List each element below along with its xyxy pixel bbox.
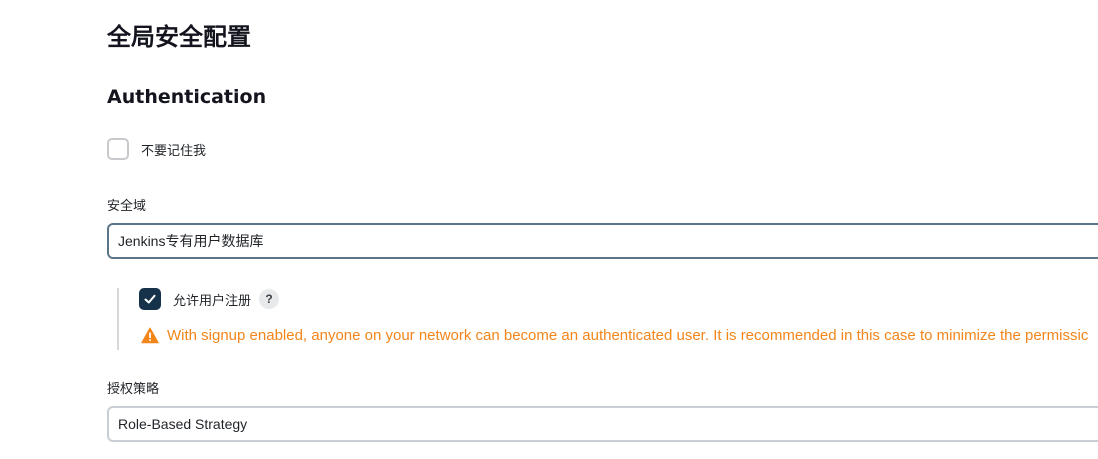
allow-signup-row[interactable]: 允许用户注册 ? bbox=[139, 288, 280, 310]
allow-signup-checkbox[interactable] bbox=[139, 288, 161, 310]
checkmark-icon bbox=[144, 294, 156, 304]
nested-options-divider bbox=[117, 288, 119, 350]
signup-warning: With signup enabled, anyone on your netw… bbox=[141, 327, 1088, 344]
help-icon[interactable]: ? bbox=[259, 289, 280, 309]
disable-remember-me-label[interactable]: 不要记住我 bbox=[141, 140, 206, 159]
security-realm-label: 安全域 bbox=[107, 198, 147, 213]
disable-remember-me-row[interactable]: 不要记住我 bbox=[107, 138, 206, 160]
security-realm-select[interactable]: Jenkins专有用户数据库 bbox=[107, 223, 1098, 259]
warning-text: With signup enabled, anyone on your netw… bbox=[167, 327, 1089, 344]
authorization-strategy-label: 授权策略 bbox=[107, 381, 160, 396]
allow-signup-label[interactable]: 允许用户注册 bbox=[173, 290, 251, 309]
authentication-heading: Authentication bbox=[107, 86, 267, 108]
page-title: 全局安全配置 bbox=[107, 23, 251, 51]
warning-icon bbox=[141, 327, 159, 344]
disable-remember-me-checkbox[interactable] bbox=[107, 138, 129, 160]
authorization-strategy-select[interactable]: Role-Based Strategy bbox=[107, 406, 1098, 442]
